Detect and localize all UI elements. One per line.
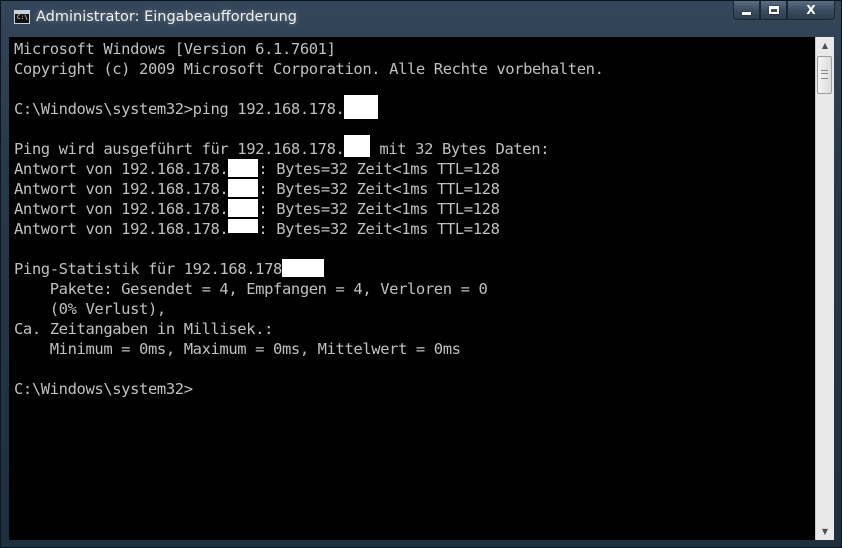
console-window: C:\ Administrator: Eingabeaufforderung X… <box>0 0 842 548</box>
caption-buttons: X <box>733 1 835 21</box>
redaction-block <box>344 135 371 157</box>
console-line: Pakete: Gesendet = 4, Empfangen = 4, Ver… <box>14 280 488 298</box>
console-line: Copyright (c) 2009 Microsoft Corporation… <box>14 60 604 78</box>
title-bar[interactable]: C:\ Administrator: Eingabeaufforderung X <box>1 1 841 37</box>
redaction-block <box>228 159 259 177</box>
console-line: Microsoft Windows [Version 6.1.7601] <box>14 40 336 58</box>
console-line: C:\Windows\system32>ping 192.168.178. <box>14 95 815 119</box>
minimize-button[interactable] <box>733 1 760 20</box>
scrollbar-thumb[interactable] <box>817 56 832 94</box>
cmd-icon[interactable]: C:\ <box>14 10 30 24</box>
console-line: Minimum = 0ms, Maximum = 0ms, Mittelwert… <box>14 340 461 358</box>
reply-line: Antwort von 192.168.178.: Bytes=32 Zeit<… <box>14 159 500 178</box>
close-icon: X <box>806 3 816 17</box>
maximize-icon <box>768 6 779 14</box>
reply-line: Antwort von 192.168.178.: Bytes=32 Zeit<… <box>14 219 500 238</box>
maximize-button[interactable] <box>760 1 787 20</box>
console-line: Ping wird ausgeführt für 192.168.178. mi… <box>14 135 815 159</box>
ping-header: Ping wird ausgeführt für 192.168.178. <box>14 140 345 158</box>
redaction-block <box>228 179 259 197</box>
window-title: Administrator: Eingabeaufforderung <box>36 9 297 25</box>
scroll-up-icon[interactable]: ▲ <box>816 37 834 54</box>
console-line: Ping-Statistik für 192.168.178 <box>14 259 815 279</box>
close-button[interactable]: X <box>787 1 835 20</box>
redaction-block <box>344 95 379 119</box>
redaction-block <box>228 219 259 233</box>
vertical-scrollbar[interactable]: ▲ ▼ <box>815 37 834 540</box>
console-prompt: C:\Windows\system32> <box>14 380 193 398</box>
minimize-icon <box>742 11 751 15</box>
console-line: (0% Verlust), <box>14 300 167 318</box>
prompt-command: C:\Windows\system32>ping 192.168.178. <box>14 100 345 118</box>
console-line: Ca. Zeitangaben in Millisek.: <box>14 320 274 338</box>
scroll-down-icon[interactable]: ▼ <box>816 523 834 540</box>
console-output[interactable]: Microsoft Windows [Version 6.1.7601] Copy… <box>9 37 815 540</box>
redaction-block <box>228 199 259 217</box>
reply-line: Antwort von 192.168.178.: Bytes=32 Zeit<… <box>14 199 500 218</box>
redaction-block <box>281 259 324 277</box>
reply-line: Antwort von 192.168.178.: Bytes=32 Zeit<… <box>14 179 500 198</box>
ping-header-suffix: mit 32 Bytes Daten: <box>370 140 550 158</box>
